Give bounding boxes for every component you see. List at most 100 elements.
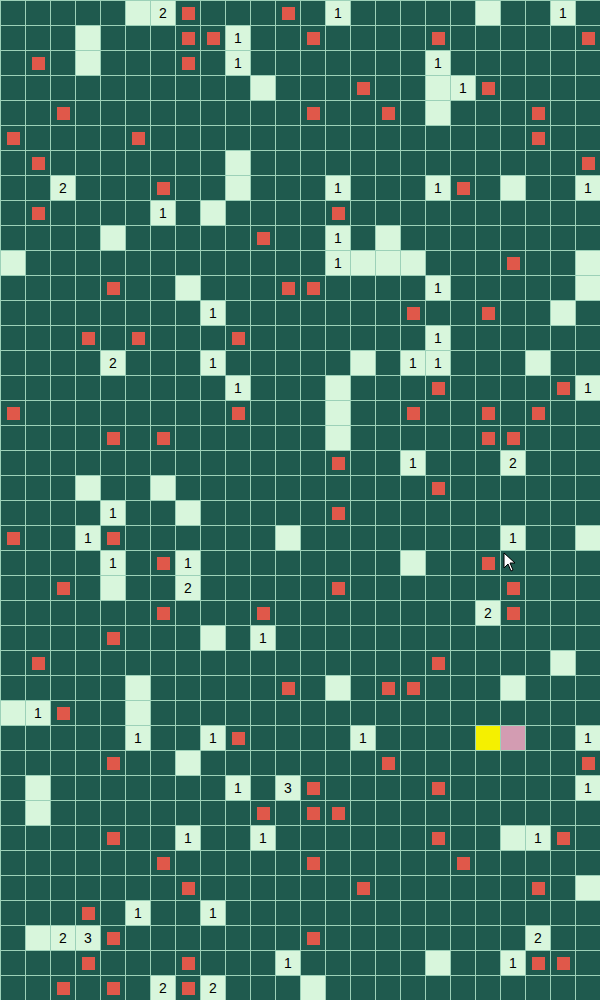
open-cell[interactable]: 1 — [101, 501, 126, 526]
hidden-cell[interactable] — [276, 151, 301, 176]
hidden-cell[interactable] — [251, 401, 276, 426]
hidden-cell[interactable] — [576, 626, 600, 651]
open-cell[interactable]: 1 — [251, 826, 276, 851]
hidden-cell[interactable] — [426, 551, 451, 576]
hidden-cell[interactable] — [126, 526, 151, 551]
hidden-cell[interactable] — [26, 751, 51, 776]
hidden-cell[interactable] — [551, 976, 576, 1000]
open-cell[interactable]: 1 — [151, 201, 176, 226]
hidden-cell[interactable] — [476, 326, 501, 351]
hidden-cell[interactable] — [326, 876, 351, 901]
flagged-cell[interactable] — [476, 426, 501, 451]
hidden-cell[interactable] — [226, 901, 251, 926]
flagged-cell[interactable] — [201, 26, 226, 51]
open-cell[interactable]: 1 — [176, 551, 201, 576]
hidden-cell[interactable] — [351, 576, 376, 601]
open-cell[interactable] — [76, 51, 101, 76]
hidden-cell[interactable] — [326, 751, 351, 776]
hidden-cell[interactable] — [576, 351, 600, 376]
hidden-cell[interactable] — [376, 601, 401, 626]
flagged-cell[interactable] — [126, 326, 151, 351]
hidden-cell[interactable] — [351, 676, 376, 701]
hidden-cell[interactable] — [301, 376, 326, 401]
hidden-cell[interactable] — [401, 626, 426, 651]
hidden-cell[interactable] — [226, 276, 251, 301]
open-cell[interactable]: 1 — [501, 951, 526, 976]
hidden-cell[interactable] — [101, 676, 126, 701]
hidden-cell[interactable] — [176, 651, 201, 676]
hidden-cell[interactable] — [551, 151, 576, 176]
hidden-cell[interactable] — [376, 26, 401, 51]
hidden-cell[interactable] — [526, 26, 551, 51]
hidden-cell[interactable] — [251, 301, 276, 326]
hidden-cell[interactable] — [426, 426, 451, 451]
hidden-cell[interactable] — [426, 701, 451, 726]
hidden-cell[interactable] — [451, 926, 476, 951]
hidden-cell[interactable] — [551, 576, 576, 601]
hidden-cell[interactable] — [476, 226, 501, 251]
hidden-cell[interactable] — [251, 851, 276, 876]
hidden-cell[interactable] — [101, 376, 126, 401]
flagged-cell[interactable] — [151, 551, 176, 576]
flagged-cell[interactable] — [226, 726, 251, 751]
hidden-cell[interactable] — [201, 551, 226, 576]
hidden-cell[interactable] — [226, 626, 251, 651]
hidden-cell[interactable] — [451, 826, 476, 851]
hidden-cell[interactable] — [251, 251, 276, 276]
hidden-cell[interactable] — [351, 526, 376, 551]
flagged-cell[interactable] — [76, 951, 101, 976]
hidden-cell[interactable] — [551, 851, 576, 876]
hidden-cell[interactable] — [451, 626, 476, 651]
hidden-cell[interactable] — [301, 826, 326, 851]
hidden-cell[interactable] — [126, 426, 151, 451]
hidden-cell[interactable] — [376, 376, 401, 401]
hidden-cell[interactable] — [376, 801, 401, 826]
hidden-cell[interactable] — [401, 201, 426, 226]
hidden-cell[interactable] — [326, 126, 351, 151]
hidden-cell[interactable] — [76, 876, 101, 901]
hidden-cell[interactable] — [251, 101, 276, 126]
hidden-cell[interactable] — [126, 351, 151, 376]
flagged-cell[interactable] — [426, 776, 451, 801]
hidden-cell[interactable] — [26, 351, 51, 376]
hidden-cell[interactable] — [551, 326, 576, 351]
hidden-cell[interactable] — [251, 276, 276, 301]
hidden-cell[interactable] — [401, 76, 426, 101]
open-cell[interactable]: 3 — [76, 926, 101, 951]
hidden-cell[interactable] — [26, 301, 51, 326]
hidden-cell[interactable] — [326, 626, 351, 651]
hidden-cell[interactable] — [501, 76, 526, 101]
flagged-cell[interactable] — [501, 251, 526, 276]
hidden-cell[interactable] — [376, 951, 401, 976]
flagged-cell[interactable] — [226, 401, 251, 426]
hidden-cell[interactable] — [501, 401, 526, 426]
hidden-cell[interactable] — [176, 376, 201, 401]
hidden-cell[interactable] — [201, 51, 226, 76]
hidden-cell[interactable] — [201, 476, 226, 501]
flagged-cell[interactable] — [526, 876, 551, 901]
open-cell[interactable]: 1 — [426, 276, 451, 301]
hidden-cell[interactable] — [426, 726, 451, 751]
hidden-cell[interactable] — [576, 976, 600, 1000]
hidden-cell[interactable] — [51, 426, 76, 451]
flagged-cell[interactable] — [401, 676, 426, 701]
open-cell[interactable]: 1 — [326, 226, 351, 251]
flagged-cell[interactable] — [51, 701, 76, 726]
hidden-cell[interactable] — [176, 426, 201, 451]
flagged-cell[interactable] — [51, 976, 76, 1000]
hidden-cell[interactable] — [526, 1, 551, 26]
hidden-cell[interactable] — [351, 851, 376, 876]
hidden-cell[interactable] — [151, 326, 176, 351]
hidden-cell[interactable] — [476, 851, 501, 876]
hidden-cell[interactable] — [326, 326, 351, 351]
hidden-cell[interactable] — [551, 926, 576, 951]
hidden-cell[interactable] — [526, 476, 551, 501]
hidden-cell[interactable] — [276, 601, 301, 626]
hidden-cell[interactable] — [1, 326, 26, 351]
hidden-cell[interactable] — [501, 151, 526, 176]
hidden-cell[interactable] — [451, 576, 476, 601]
hidden-cell[interactable] — [526, 501, 551, 526]
open-cell[interactable]: 1 — [226, 376, 251, 401]
hidden-cell[interactable] — [26, 501, 51, 526]
hidden-cell[interactable] — [451, 376, 476, 401]
